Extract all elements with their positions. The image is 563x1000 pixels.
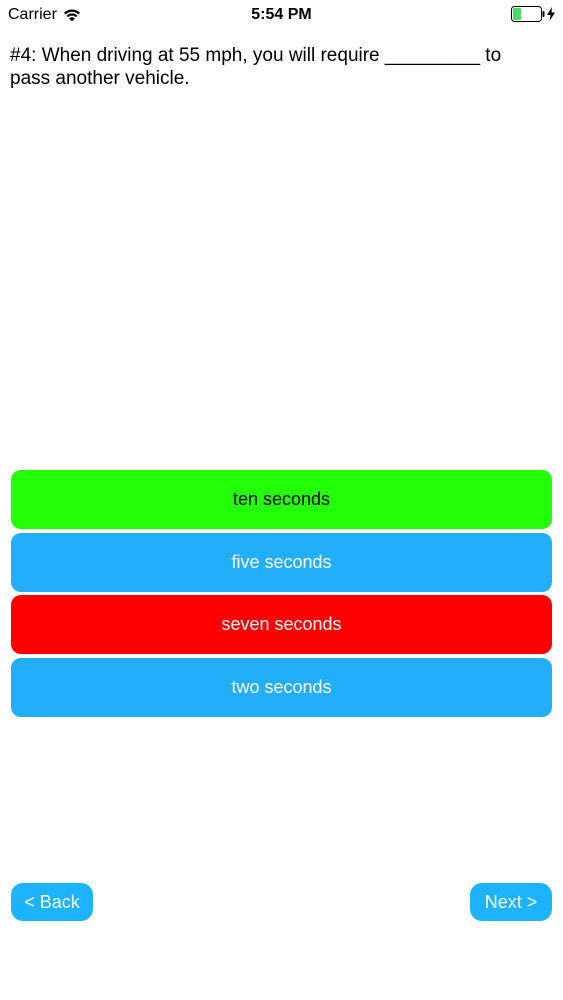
battery-indicator — [511, 6, 555, 22]
answer-button[interactable]: ten seconds — [11, 470, 552, 529]
back-button[interactable]: < Back — [11, 883, 93, 921]
answer-list: ten seconds five seconds seven seconds t… — [11, 470, 552, 720]
status-bar: Carrier 5:54 PM — [0, 0, 563, 30]
answer-button[interactable]: two seconds — [11, 657, 552, 717]
charging-icon — [547, 7, 555, 21]
battery-fill — [513, 8, 522, 20]
answer-button[interactable]: seven seconds — [11, 595, 552, 654]
answer-button[interactable]: five seconds — [11, 532, 552, 592]
next-button[interactable]: Next > — [470, 883, 552, 921]
battery-icon — [511, 6, 545, 22]
question-text: #4: When driving at 55 mph, you will req… — [10, 45, 502, 89]
status-time: 5:54 PM — [251, 6, 312, 23]
